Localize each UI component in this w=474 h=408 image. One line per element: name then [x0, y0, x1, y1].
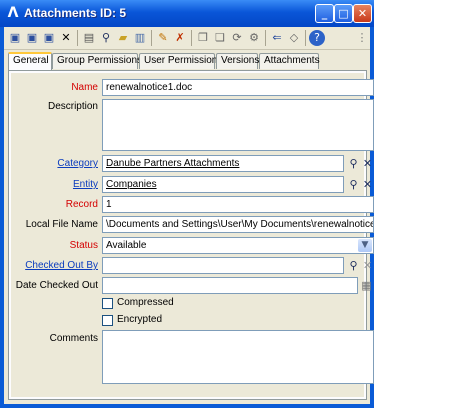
attachment-form: Name renewalnotice1.doc Description Cate…: [11, 73, 374, 397]
comments-label: Comments: [49, 333, 98, 344]
checked-out-by-lookup-icon[interactable]: ⚲: [347, 259, 360, 272]
minimize-button[interactable]: _: [315, 4, 334, 23]
tab-general[interactable]: General: [8, 52, 52, 70]
category-clear-icon[interactable]: ✕: [361, 157, 374, 170]
comments-field[interactable]: [102, 330, 374, 384]
status-value: Available: [106, 240, 147, 251]
compressed-checkbox[interactable]: [102, 298, 113, 309]
checked-out-by-label[interactable]: Checked Out By: [25, 260, 98, 271]
entity-lookup-icon[interactable]: ⚲: [347, 178, 360, 191]
compressed-label: Compressed: [117, 297, 174, 308]
toolbar-separator: [265, 30, 266, 46]
notes-icon[interactable]: ▥: [132, 30, 148, 46]
tab-group-permissions[interactable]: Group Permissions: [52, 53, 142, 69]
checked-out-by-clear-icon[interactable]: ✕: [361, 259, 374, 272]
entity-clear-icon[interactable]: ✕: [361, 178, 374, 191]
back-icon[interactable]: ⇐: [269, 30, 285, 46]
entity-label[interactable]: Entity: [73, 179, 98, 190]
description-field[interactable]: [102, 99, 374, 151]
tab-user-permissions[interactable]: User Permissions: [139, 53, 222, 69]
date-checked-out-label: Date Checked Out: [15, 280, 98, 291]
app-logo-icon: Λ: [7, 5, 19, 21]
description-label: Description: [47, 101, 98, 112]
window-title: Attachments ID: 5: [24, 6, 127, 20]
calendar-icon[interactable]: ▦: [360, 279, 373, 292]
filter-icon[interactable]: ✎: [155, 30, 171, 46]
help-icon[interactable]: ?: [309, 30, 325, 46]
category-lookup-icon[interactable]: ⚲: [347, 157, 360, 170]
open-folder-icon[interactable]: ▰: [115, 30, 131, 46]
window-client-area: ▣ ▣ ▣ ✕ ▤ ⚲ ▰ ▥ ✎ ✗ ❐ ❏ ⟳ ⚙ ⇐ ◇ ? ⋮ Gene…: [4, 27, 374, 404]
clear-filter-icon[interactable]: ✗: [172, 30, 188, 46]
status-select[interactable]: Available ▼: [102, 237, 374, 254]
general-tab-panel: Name renewalnotice1.doc Description Cate…: [8, 70, 374, 400]
eraser-icon[interactable]: ◇: [286, 30, 302, 46]
delete-icon[interactable]: ✕: [58, 30, 74, 46]
print-icon[interactable]: ▤: [81, 30, 97, 46]
save-icon[interactable]: ▣: [7, 30, 23, 46]
chevron-down-icon[interactable]: ▼: [358, 239, 372, 252]
refresh-icon[interactable]: ⟳: [229, 30, 245, 46]
close-button[interactable]: ✕: [353, 4, 372, 23]
maximize-button[interactable]: □: [334, 4, 353, 23]
category-field[interactable]: Danube Partners Attachments: [102, 155, 344, 172]
entity-field[interactable]: Companies: [102, 176, 344, 193]
attachments-window: Λ Attachments ID: 5 _ □ ✕ ▣ ▣ ▣ ✕ ▤ ⚲ ▰ …: [0, 0, 374, 408]
toolbar-overflow-icon[interactable]: ⋮: [354, 30, 370, 46]
name-field[interactable]: renewalnotice1.doc: [102, 79, 374, 96]
encrypted-checkbox[interactable]: [102, 315, 113, 326]
category-label[interactable]: Category: [57, 158, 98, 169]
find-icon[interactable]: ⚲: [98, 30, 114, 46]
copy-icon[interactable]: ❐: [195, 30, 211, 46]
toolbar-separator: [77, 30, 78, 46]
save-close-icon[interactable]: ▣: [41, 30, 57, 46]
record-label: Record: [65, 199, 98, 210]
tab-attachments[interactable]: Attachments: [259, 53, 320, 69]
toolbar-separator: [305, 30, 306, 46]
paste-icon[interactable]: ❏: [212, 30, 228, 46]
toolbar-separator: [151, 30, 152, 46]
encrypted-label: Encrypted: [117, 314, 163, 325]
title-bar[interactable]: Λ Attachments ID: 5 _ □ ✕: [0, 0, 374, 27]
date-checked-out-field[interactable]: [102, 277, 358, 294]
status-label: Status: [69, 240, 98, 251]
toolbar-separator: [191, 30, 192, 46]
record-field[interactable]: 1: [102, 196, 374, 213]
name-label: Name: [71, 82, 98, 93]
local-file-name-label: Local File Name: [25, 219, 98, 230]
link-icon[interactable]: ⚙: [246, 30, 262, 46]
toolbar: ▣ ▣ ▣ ✕ ▤ ⚲ ▰ ▥ ✎ ✗ ❐ ❏ ⟳ ⚙ ⇐ ◇ ? ⋮: [4, 27, 370, 50]
tab-versions[interactable]: Versions: [216, 53, 259, 69]
save-new-icon[interactable]: ▣: [24, 30, 40, 46]
checked-out-by-field[interactable]: [102, 257, 344, 274]
local-file-name-field[interactable]: \Documents and Settings\User\My Document…: [102, 216, 374, 233]
